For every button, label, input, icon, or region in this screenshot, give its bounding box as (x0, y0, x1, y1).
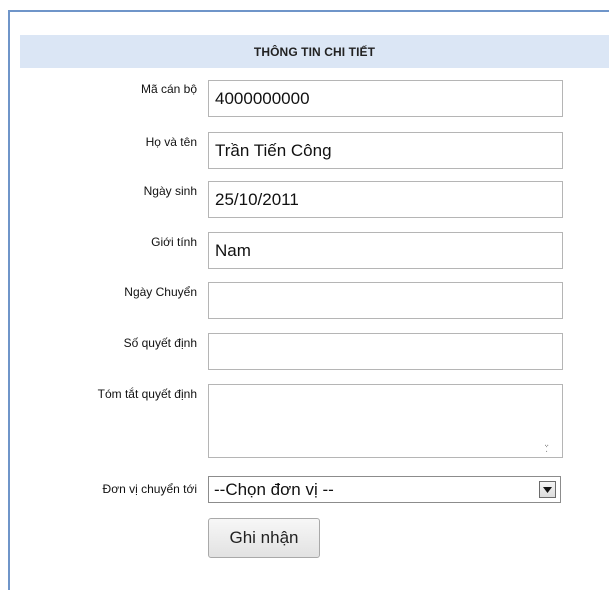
section-header: THÔNG TIN CHI TIẾT (20, 35, 609, 68)
decision-summary-label: Tóm tắt quyết định (97, 387, 197, 401)
decision-number-label: Số quyết định (123, 336, 197, 350)
gender-label: Giới tính (151, 235, 197, 249)
birth-date-label: Ngày sinh (143, 184, 197, 198)
transfer-date-label: Ngày Chuyển (124, 285, 197, 299)
destination-unit-value: --Chọn đơn vị -- (214, 479, 334, 499)
gender-input[interactable] (208, 232, 563, 269)
transfer-date-input[interactable] (208, 282, 563, 319)
decision-summary-textarea[interactable] (208, 384, 563, 458)
birth-date-input[interactable] (208, 181, 563, 218)
full-name-input[interactable] (208, 132, 563, 169)
staff-id-input[interactable] (208, 80, 563, 117)
section-title: THÔNG TIN CHI TIẾT (253, 44, 376, 59)
save-button[interactable]: Ghi nhận (208, 518, 320, 558)
destination-unit-select[interactable]: --Chọn đơn vị -- (208, 476, 561, 503)
resize-grip-icon[interactable]: . . : (544, 438, 549, 455)
destination-unit-label: Đơn vị chuyển tới (102, 482, 197, 496)
decision-number-input[interactable] (208, 333, 563, 370)
chevron-down-icon[interactable] (539, 481, 556, 498)
staff-id-label: Mã cán bộ (140, 82, 197, 96)
full-name-label: Họ và tên (145, 135, 197, 149)
